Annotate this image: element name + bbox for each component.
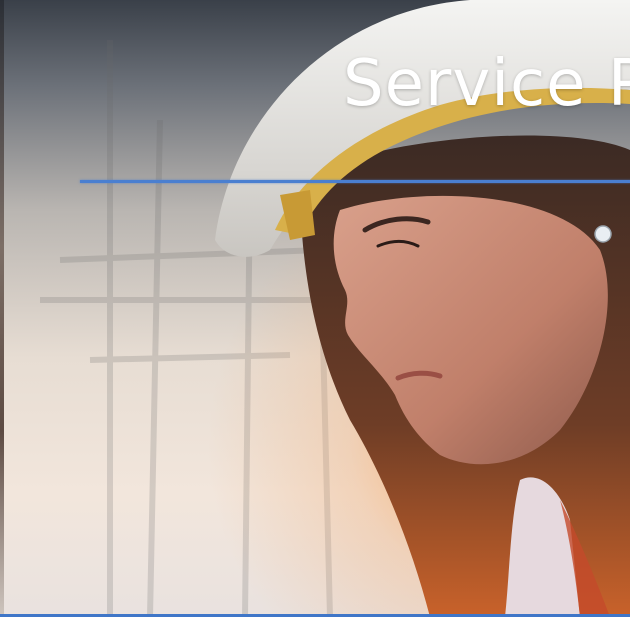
hero-title: Service P (343, 47, 630, 121)
hero-banner: Service P (0, 0, 630, 617)
title-underline (80, 180, 630, 183)
